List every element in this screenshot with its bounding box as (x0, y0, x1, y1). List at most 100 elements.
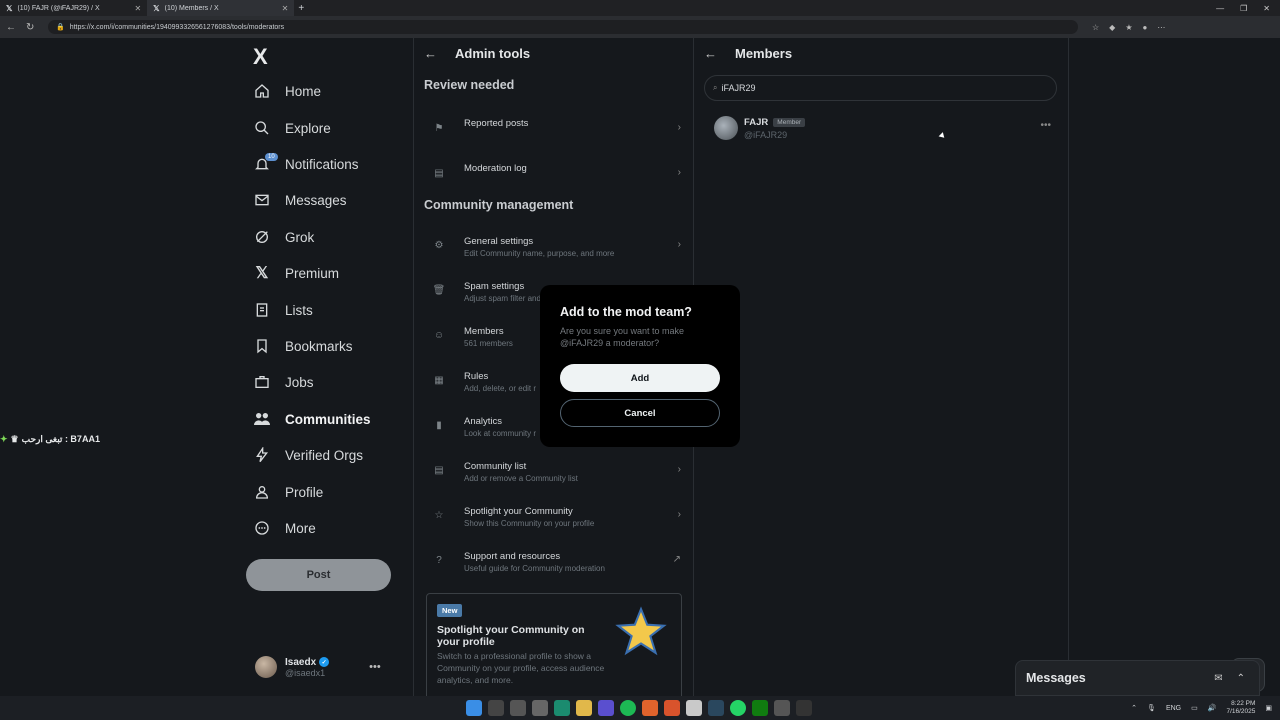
menu-icon[interactable]: ⋯ (1157, 23, 1165, 32)
steam-icon[interactable] (708, 700, 724, 716)
row-subtitle: Add or remove a Community list (464, 474, 578, 483)
notification-center-icon[interactable]: ▣ (1265, 704, 1272, 712)
window-controls: — ❐ ✕ (1216, 0, 1270, 16)
taskbar-apps (466, 700, 812, 716)
row-general-settings[interactable]: ⚙ General settings Edit Community name, … (414, 231, 695, 271)
task-view-icon[interactable] (510, 700, 526, 716)
restore-icon[interactable]: ❐ (1240, 4, 1247, 13)
language-indicator[interactable]: ENG (1166, 705, 1181, 712)
nav-premium[interactable]: 𝕏 Premium (253, 260, 339, 286)
post-button[interactable]: Post (246, 559, 391, 591)
browser-tab-members[interactable]: 𝕏 (10) Members / X ✕ (147, 0, 295, 16)
network-icon[interactable]: ▭ (1191, 704, 1198, 712)
profile-icon[interactable]: ● (1143, 23, 1148, 32)
messages-drawer[interactable]: Messages ✉ ⌃ (1015, 660, 1260, 696)
back-icon[interactable]: ← (6, 22, 16, 33)
nav-verified-orgs[interactable]: Verified Orgs (253, 442, 363, 468)
chevron-up-icon[interactable]: ⌃ (1131, 704, 1137, 712)
favorites-icon[interactable]: ★ (1125, 23, 1132, 32)
row-community-list[interactable]: ▤ Community list Add or remove a Communi… (414, 456, 695, 496)
nav-label: Grok (285, 229, 315, 245)
nav-label: Explore (285, 120, 331, 136)
close-tab-icon[interactable]: ✕ (282, 4, 289, 13)
extension-icon[interactable]: ◆ (1109, 23, 1115, 32)
nav-jobs[interactable]: Jobs (253, 369, 314, 395)
nav-lists[interactable]: Lists (253, 297, 313, 323)
tab-label: (10) FAJR (@iFAJR29) / X (17, 4, 100, 12)
windows-start-icon[interactable] (466, 700, 482, 716)
people-icon: ☺ (433, 329, 445, 341)
row-spotlight[interactable]: ☆ Spotlight your Community Show this Com… (414, 501, 695, 541)
edge-icon[interactable] (554, 700, 570, 716)
row-reported-posts[interactable]: ⚑ Reported posts › (414, 114, 695, 154)
whatsapp-icon[interactable] (730, 700, 746, 716)
nav-more[interactable]: More (253, 515, 316, 541)
add-button[interactable]: Add (560, 364, 720, 392)
nav-label: Verified Orgs (285, 447, 364, 463)
spotify-icon[interactable] (620, 700, 636, 716)
add-moderator-dialog: Add to the mod team? Are you sure you wa… (540, 285, 740, 447)
avatar (714, 116, 738, 140)
messages-drawer-title: Messages (1026, 671, 1086, 685)
back-arrow-icon[interactable]: ← (704, 46, 717, 61)
nav-bookmarks[interactable]: Bookmarks (253, 333, 353, 359)
members-column: ← Members ⌕ FAJR Member @iFAJR29 ••• (694, 38, 1069, 696)
folder-icon[interactable] (576, 700, 592, 716)
nav-messages[interactable]: Messages (253, 187, 347, 213)
browser-address-bar: ← ↻ 🔒 https://x.com/i/communities/194099… (0, 16, 1280, 38)
row-subtitle: Useful guide for Community moderation (464, 564, 605, 573)
more-dots-icon[interactable]: ••• (369, 661, 381, 673)
volume-icon[interactable]: 🔊 (1208, 704, 1217, 712)
browser-tab-profile[interactable]: 𝕏 (10) FAJR (@iFAJR29) / X ✕ (0, 0, 147, 16)
app-icon[interactable] (686, 700, 702, 716)
search-input[interactable] (721, 83, 1022, 93)
app-icon[interactable] (664, 700, 680, 716)
new-tab-icon[interactable]: + (294, 3, 304, 14)
member-search[interactable]: ⌕ (704, 75, 1057, 101)
close-tab-icon[interactable]: ✕ (134, 4, 141, 13)
microphone-icon[interactable]: 🎙 (1147, 704, 1156, 712)
app-icon[interactable] (796, 700, 812, 716)
more-dots-icon[interactable]: ••• (1040, 120, 1051, 131)
star-outline-icon: ☆ (434, 509, 444, 521)
url-field[interactable]: 🔒 https://x.com/i/communities/1940993326… (48, 20, 1078, 34)
account-handle: @isaedx1 (285, 667, 326, 678)
minimize-icon[interactable]: — (1216, 4, 1224, 13)
nav-profile[interactable]: Profile (253, 479, 323, 505)
spotlight-promo-card[interactable]: New Spotlight your Community on your pro… (426, 593, 682, 703)
nav-grok[interactable]: Grok (253, 224, 314, 250)
more-circle-icon (253, 519, 271, 537)
x-logo[interactable]: X (253, 44, 268, 70)
refresh-icon[interactable]: ↻ (26, 22, 34, 33)
grok-icon (253, 228, 271, 246)
expand-up-icon[interactable]: ⌃ (1237, 673, 1245, 684)
app-icon[interactable] (642, 700, 658, 716)
xbox-icon[interactable] (752, 700, 768, 716)
row-support[interactable]: ? Support and resources Useful guide for… (414, 546, 695, 586)
nav-home[interactable]: Home (253, 78, 321, 104)
row-subtitle: Edit Community name, purpose, and more (464, 249, 615, 258)
nav-communities[interactable]: Communities (253, 406, 371, 432)
back-arrow-icon[interactable]: ← (424, 46, 437, 61)
star-icon[interactable]: ☆ (1092, 23, 1099, 32)
row-subtitle: Show this Community on your profile (464, 519, 595, 528)
account-name: Isaedx (285, 656, 317, 668)
cancel-button[interactable]: Cancel (560, 399, 720, 427)
account-switcher[interactable]: Isaedx ✓ @isaedx1 ••• (255, 650, 405, 684)
app-icon[interactable] (774, 700, 790, 716)
lock-icon: 🔒 (56, 24, 65, 31)
system-tray: ⌃ 🎙 ENG ▭ 🔊 8:22 PM 7/16/2025 ▣ (1131, 696, 1272, 720)
member-result-row[interactable]: FAJR Member @iFAJR29 ••• (712, 114, 1057, 144)
nav-label: Notifications (285, 156, 359, 172)
store-icon[interactable] (532, 700, 548, 716)
new-message-icon[interactable]: ✉ (1214, 673, 1222, 684)
close-window-icon[interactable]: ✕ (1263, 4, 1270, 13)
member-role-badge: Member (773, 118, 806, 127)
nav-explore[interactable]: Explore (253, 115, 331, 141)
discord-icon[interactable] (598, 700, 614, 716)
search-icon[interactable] (488, 700, 504, 716)
row-moderation-log[interactable]: ▤ Moderation log › (414, 159, 695, 199)
crown-icon: ♛ (10, 434, 19, 444)
clock[interactable]: 8:22 PM 7/16/2025 (1226, 700, 1255, 716)
nav-notifications[interactable]: 10 Notifications (253, 151, 359, 177)
